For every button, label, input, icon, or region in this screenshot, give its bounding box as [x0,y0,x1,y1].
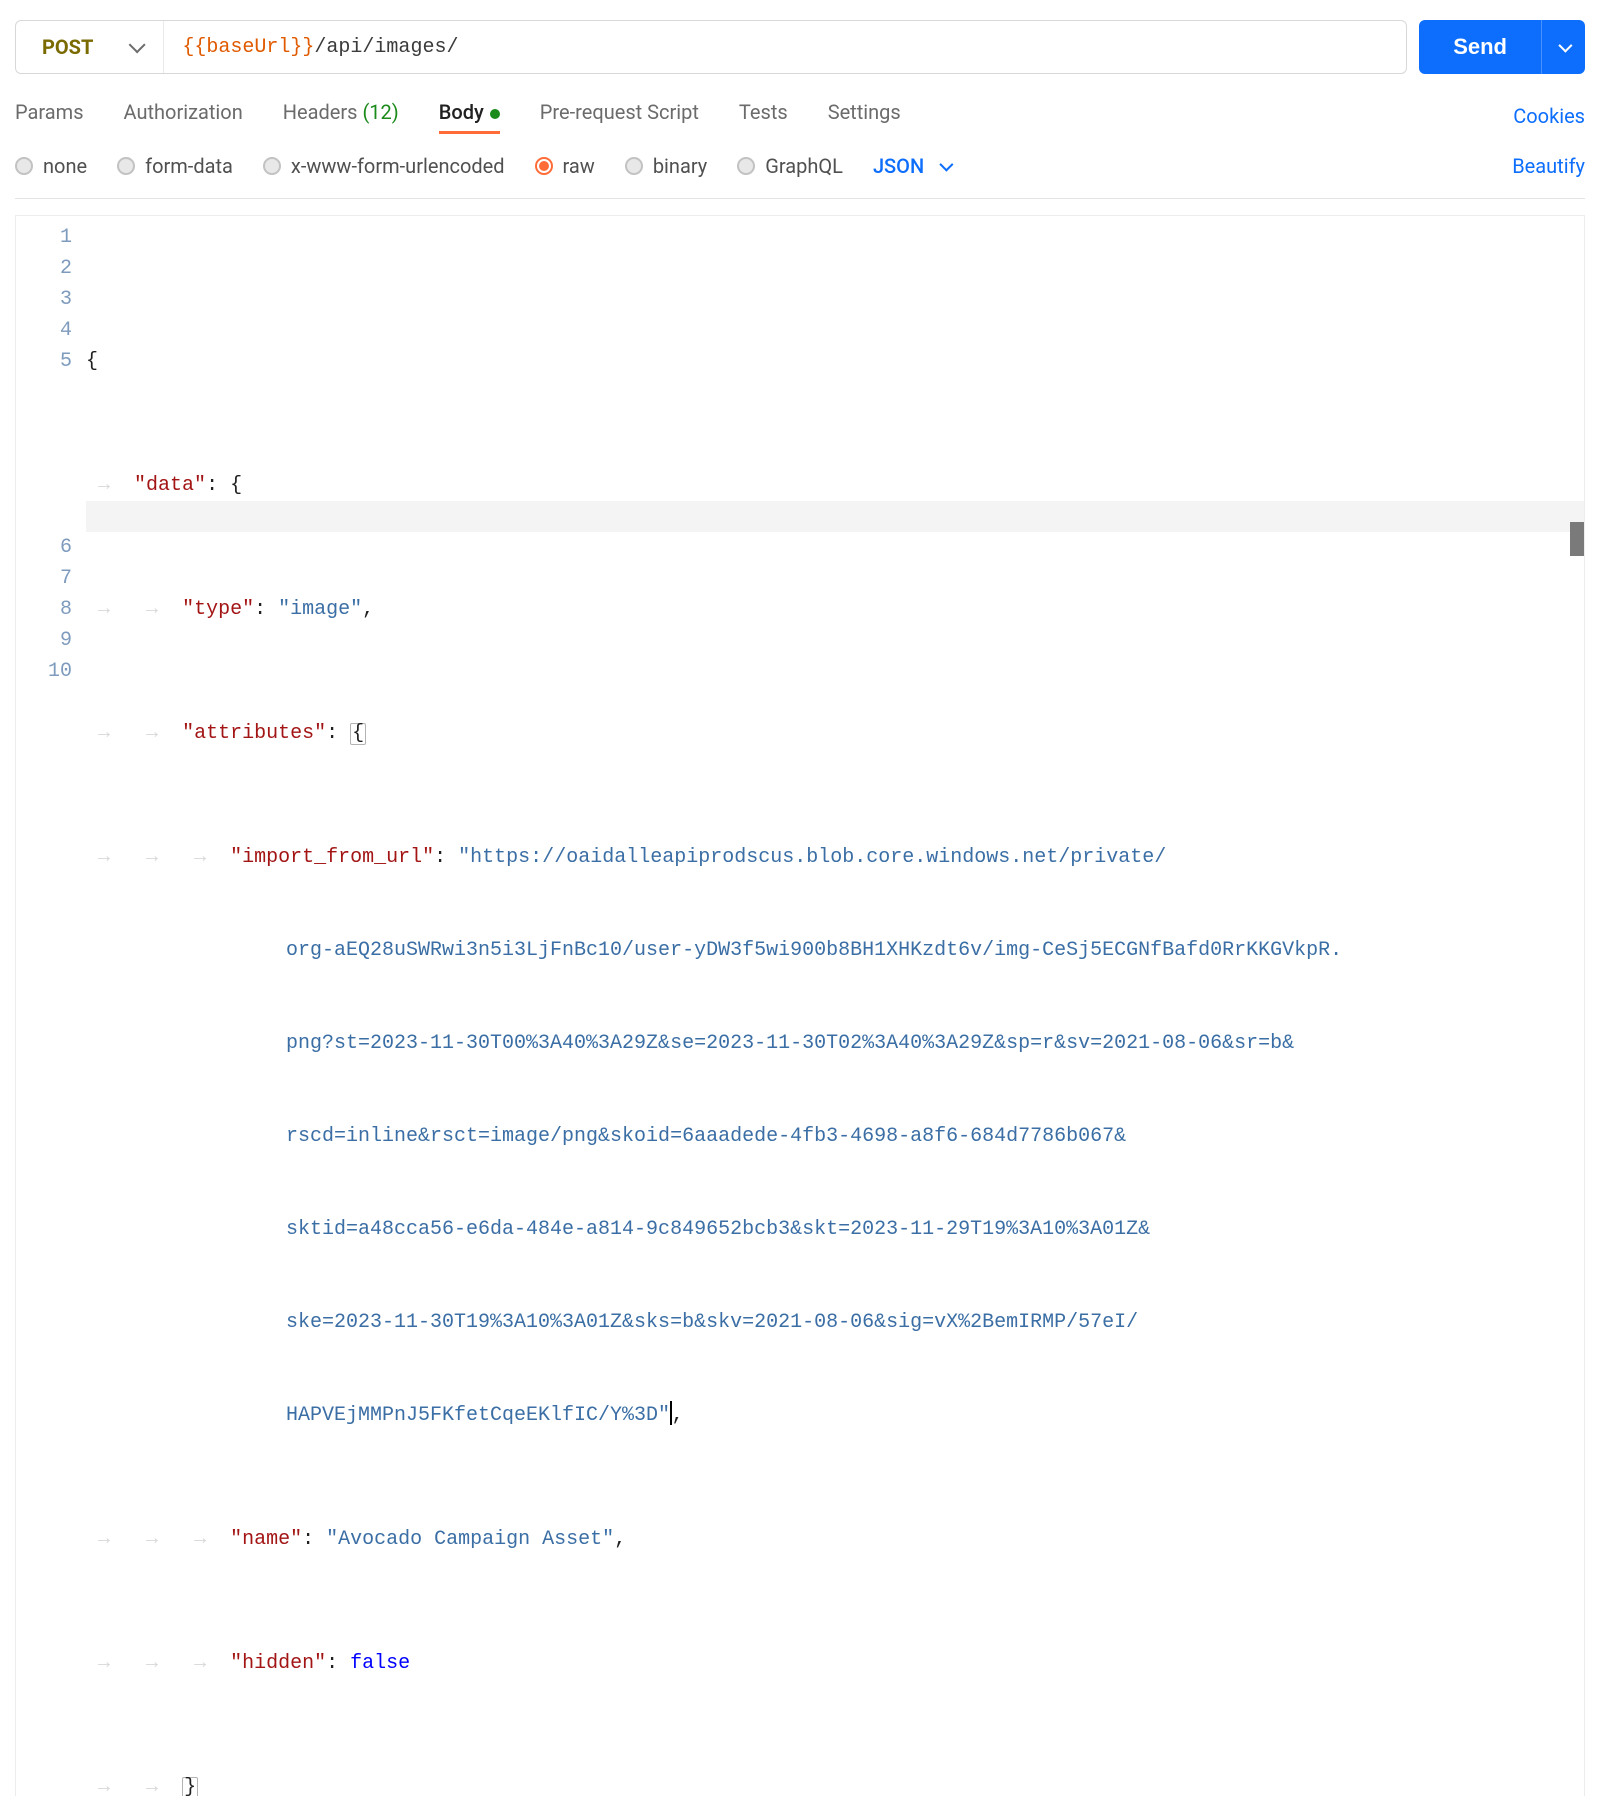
chevron-down-icon [1558,39,1572,53]
send-group: Send [1419,20,1585,74]
chevron-down-icon [939,158,953,172]
body-type-radio-group: none form-data x-www-form-urlencoded raw… [15,154,950,178]
json-editor[interactable]: 1 2 3 4 5 6 7 8 9 10 { → "data": { → → "… [15,215,1585,1796]
tab-authorization[interactable]: Authorization [124,100,243,132]
editor-gutter: 1 2 3 4 5 6 7 8 9 10 [16,222,86,1796]
radio-graphql[interactable]: GraphQL [737,154,843,178]
tab-prerequest[interactable]: Pre-request Script [540,100,699,132]
radio-urlencoded[interactable]: x-www-form-urlencoded [263,154,505,178]
editor-code[interactable]: { → "data": { → → "type": "image", → → "… [86,222,1584,1796]
scrollbar-thumb[interactable] [1570,522,1584,556]
http-method-select[interactable]: POST [16,21,164,73]
beautify-link[interactable]: Beautify [1512,154,1585,178]
cookies-link[interactable]: Cookies [1513,104,1585,128]
tab-params[interactable]: Params [15,100,84,132]
tab-tests[interactable]: Tests [739,100,788,132]
radio-icon [263,157,281,175]
request-bar: POST {{baseUrl}}/api/images/ Send [15,20,1585,74]
radio-icon [15,157,33,175]
headers-count: (12) [362,100,398,124]
url-path: /api/images/ [314,36,458,59]
request-url-input[interactable]: {{baseUrl}}/api/images/ [164,21,1406,73]
radio-icon [625,157,643,175]
request-box: POST {{baseUrl}}/api/images/ [15,20,1407,74]
radio-icon [535,157,553,175]
request-tabs: Params Authorization Headers (12) Body P… [15,100,901,132]
http-method-label: POST [42,35,93,59]
chevron-down-icon [129,36,146,53]
radio-binary[interactable]: binary [625,154,707,178]
tab-body[interactable]: Body [439,100,500,132]
modified-dot-icon [490,109,500,119]
send-dropdown-button[interactable] [1541,20,1585,74]
radio-none[interactable]: none [15,154,87,178]
tab-headers[interactable]: Headers (12) [283,100,399,132]
radio-form-data[interactable]: form-data [117,154,233,178]
send-button[interactable]: Send [1419,20,1541,74]
radio-icon [117,157,135,175]
radio-raw[interactable]: raw [535,154,595,178]
body-type-row: none form-data x-www-form-urlencoded raw… [15,154,1585,192]
radio-icon [737,157,755,175]
body-format-select[interactable]: JSON [873,154,950,178]
url-variable: {{baseUrl}} [182,36,314,59]
request-tabs-row: Params Authorization Headers (12) Body P… [15,100,1585,132]
tab-settings[interactable]: Settings [828,100,901,132]
